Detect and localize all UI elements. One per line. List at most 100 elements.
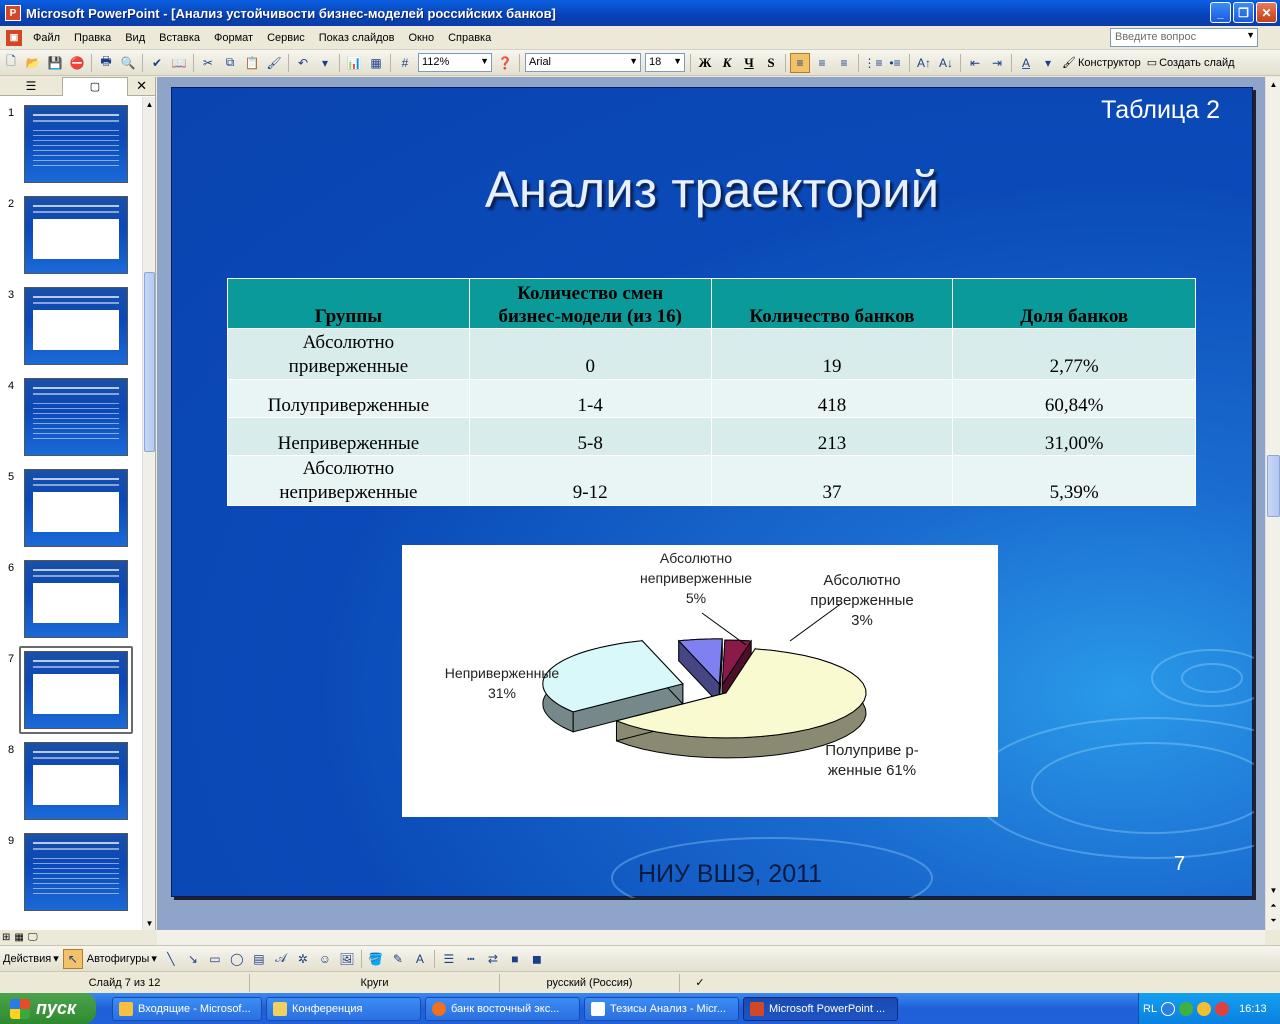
slide-thumbnail[interactable]: 3 xyxy=(0,281,142,365)
numbering-icon[interactable]: ⋮≡ xyxy=(863,53,883,73)
fill-color-icon[interactable]: 🪣 xyxy=(366,949,386,969)
arrow-style-icon[interactable]: ⇄ xyxy=(483,949,503,969)
new-slide-button[interactable]: ▭ Создать слайд xyxy=(1144,56,1238,70)
chevron-down-icon[interactable]: ▼ xyxy=(1246,30,1255,40)
pie-chart[interactable]: Абсолютно приверженные 3% Полуприве р-женны… xyxy=(402,545,998,817)
normal-view-icon[interactable]: ⊞ xyxy=(2,932,10,943)
minimize-button[interactable]: _ xyxy=(1210,2,1231,23)
grid-icon[interactable]: # xyxy=(395,53,415,73)
align-center-icon[interactable]: ≡ xyxy=(812,53,832,73)
scroll-up-icon[interactable]: ▲ xyxy=(144,98,155,110)
shadow-button[interactable]: S xyxy=(761,53,781,73)
research-icon[interactable]: 📖 xyxy=(169,53,189,73)
task-firefox[interactable]: банк восточный экс... xyxy=(425,996,580,1021)
help-icon[interactable]: ❓ xyxy=(495,53,515,73)
menu-insert[interactable]: Вставка xyxy=(152,32,207,44)
picture-icon[interactable]: 🖼 xyxy=(337,949,357,969)
slide-thumbnail[interactable]: 4 xyxy=(0,372,142,456)
tray-security-icon[interactable] xyxy=(1215,1001,1230,1016)
bold-button[interactable]: Ж xyxy=(695,53,715,73)
task-outlook[interactable]: Входящие - Microsof... xyxy=(112,996,262,1021)
chevron-down-icon[interactable]: ▼ xyxy=(480,56,489,66)
language-indicator[interactable]: RL xyxy=(1143,1003,1157,1015)
start-button[interactable]: пуск xyxy=(0,993,96,1024)
slideshow-view-icon[interactable]: 🖵 xyxy=(28,932,38,943)
scroll-thumb[interactable] xyxy=(144,272,155,452)
slide-thumbnail[interactable]: 9 xyxy=(0,827,142,911)
slide-thumbnail[interactable]: 7 xyxy=(0,645,142,734)
menu-help[interactable]: Справка xyxy=(441,32,498,44)
undo-dropdown-icon[interactable]: ▾ xyxy=(315,53,335,73)
tray-network-icon[interactable] xyxy=(1179,1001,1194,1016)
scroll-up-icon[interactable]: ▲ xyxy=(1268,78,1279,90)
undo-icon[interactable]: ↶ xyxy=(293,53,313,73)
rectangle-icon[interactable]: ▭ xyxy=(205,949,225,969)
menu-window[interactable]: Окно xyxy=(402,32,442,44)
line-icon[interactable]: ╲ xyxy=(161,949,181,969)
preview-icon[interactable]: 🔍 xyxy=(118,53,138,73)
menu-slideshow[interactable]: Показ слайдов xyxy=(312,32,402,44)
spellcheck-icon[interactable]: ✓ xyxy=(680,974,720,992)
align-left-icon[interactable]: ≡ xyxy=(790,52,810,73)
help-search-input[interactable]: Введите вопрос ▼ xyxy=(1110,28,1258,47)
open-icon[interactable]: 📂 xyxy=(23,53,43,73)
scroll-thumb[interactable] xyxy=(1267,455,1280,517)
editor-scrollbar[interactable]: ▲ ▼ ⏶ ⏷ xyxy=(1265,77,1280,930)
menu-view[interactable]: Вид xyxy=(118,32,152,44)
cut-icon[interactable]: ✂ xyxy=(198,53,218,73)
copy-icon[interactable]: ⧉ xyxy=(220,53,240,73)
close-icon[interactable]: ✕ xyxy=(136,78,147,94)
task-word[interactable]: Тезисы Анализ - Micr... xyxy=(584,996,739,1021)
slide-thumbnail[interactable]: 8 xyxy=(0,736,142,820)
diagram-icon[interactable]: ✲ xyxy=(293,949,313,969)
wordart-icon[interactable]: 𝒜 xyxy=(271,949,291,969)
chevron-down-icon[interactable]: ▼ xyxy=(629,56,638,66)
3d-style-icon[interactable]: ◼ xyxy=(527,949,547,969)
select-pointer-icon[interactable]: ↖ xyxy=(62,948,83,969)
arrow-icon[interactable]: ↘ xyxy=(183,949,203,969)
panel-scrollbar[interactable]: ▲ ▼ xyxy=(142,97,155,930)
line-style-icon[interactable]: ☰ xyxy=(439,949,459,969)
align-right-icon[interactable]: ≡ xyxy=(834,53,854,73)
horizontal-scrollbar[interactable] xyxy=(157,930,1265,945)
dash-style-icon[interactable]: ┅ xyxy=(461,949,481,969)
print-icon[interactable]: 🖶 xyxy=(96,53,116,73)
save-icon[interactable]: 💾 xyxy=(45,53,65,73)
scroll-down-icon[interactable]: ▼ xyxy=(1268,884,1279,896)
clipart-icon[interactable]: ☺ xyxy=(315,949,335,969)
oval-icon[interactable]: ◯ xyxy=(227,949,247,969)
spelling-icon[interactable]: ✔ xyxy=(147,53,167,73)
next-slide-icon[interactable]: ⏷ xyxy=(1268,915,1279,927)
bullets-icon[interactable]: •≡ xyxy=(885,53,905,73)
font-color-icon[interactable]: A xyxy=(1016,53,1036,73)
slide-thumbnail[interactable]: 2 xyxy=(0,190,142,274)
new-icon[interactable]: 🗋 xyxy=(1,53,21,73)
tab-outline[interactable]: ☰ xyxy=(0,77,62,95)
close-button[interactable]: ✕ xyxy=(1256,2,1277,23)
tray-arrow-icon[interactable] xyxy=(1161,1001,1176,1016)
task-conference[interactable]: Конференция xyxy=(266,996,421,1021)
decrease-indent-icon[interactable]: ⇤ xyxy=(965,53,985,73)
slide-thumbnail[interactable]: 6 xyxy=(0,554,142,638)
insert-table-icon[interactable]: ▦ xyxy=(366,53,386,73)
font-select[interactable]: Arial ▼ xyxy=(525,53,641,72)
insert-chart-icon[interactable]: 📊 xyxy=(344,53,364,73)
permission-icon[interactable]: ⛔ xyxy=(67,53,87,73)
underline-button[interactable]: Ч xyxy=(739,53,759,73)
italic-button[interactable]: К xyxy=(717,53,737,73)
sorter-view-icon[interactable]: ▦ xyxy=(14,932,23,943)
slide-canvas[interactable]: Таблица 2 Анализ траекторий Группы Колич… xyxy=(171,87,1254,898)
font-color-icon[interactable]: A xyxy=(410,949,430,969)
menu-tools[interactable]: Сервис xyxy=(260,32,312,44)
slide-title[interactable]: Анализ траекторий xyxy=(172,160,1252,219)
document-icon[interactable]: ▣ xyxy=(6,29,22,46)
chevron-down-icon[interactable]: ▼ xyxy=(673,56,682,66)
designer-button[interactable]: 🖌 Конструктор xyxy=(1059,56,1144,70)
actions-menu[interactable]: Действия ▾ xyxy=(0,952,62,966)
menu-edit[interactable]: Правка xyxy=(67,32,118,44)
font-color-dropdown-icon[interactable]: ▾ xyxy=(1038,53,1058,73)
data-table[interactable]: Группы Количество смен бизнес-модели (из … xyxy=(227,278,1196,506)
tray-volume-icon[interactable] xyxy=(1197,1001,1212,1016)
shadow-style-icon[interactable]: ■ xyxy=(505,949,525,969)
powerpoint-icon[interactable]: P xyxy=(5,5,21,21)
